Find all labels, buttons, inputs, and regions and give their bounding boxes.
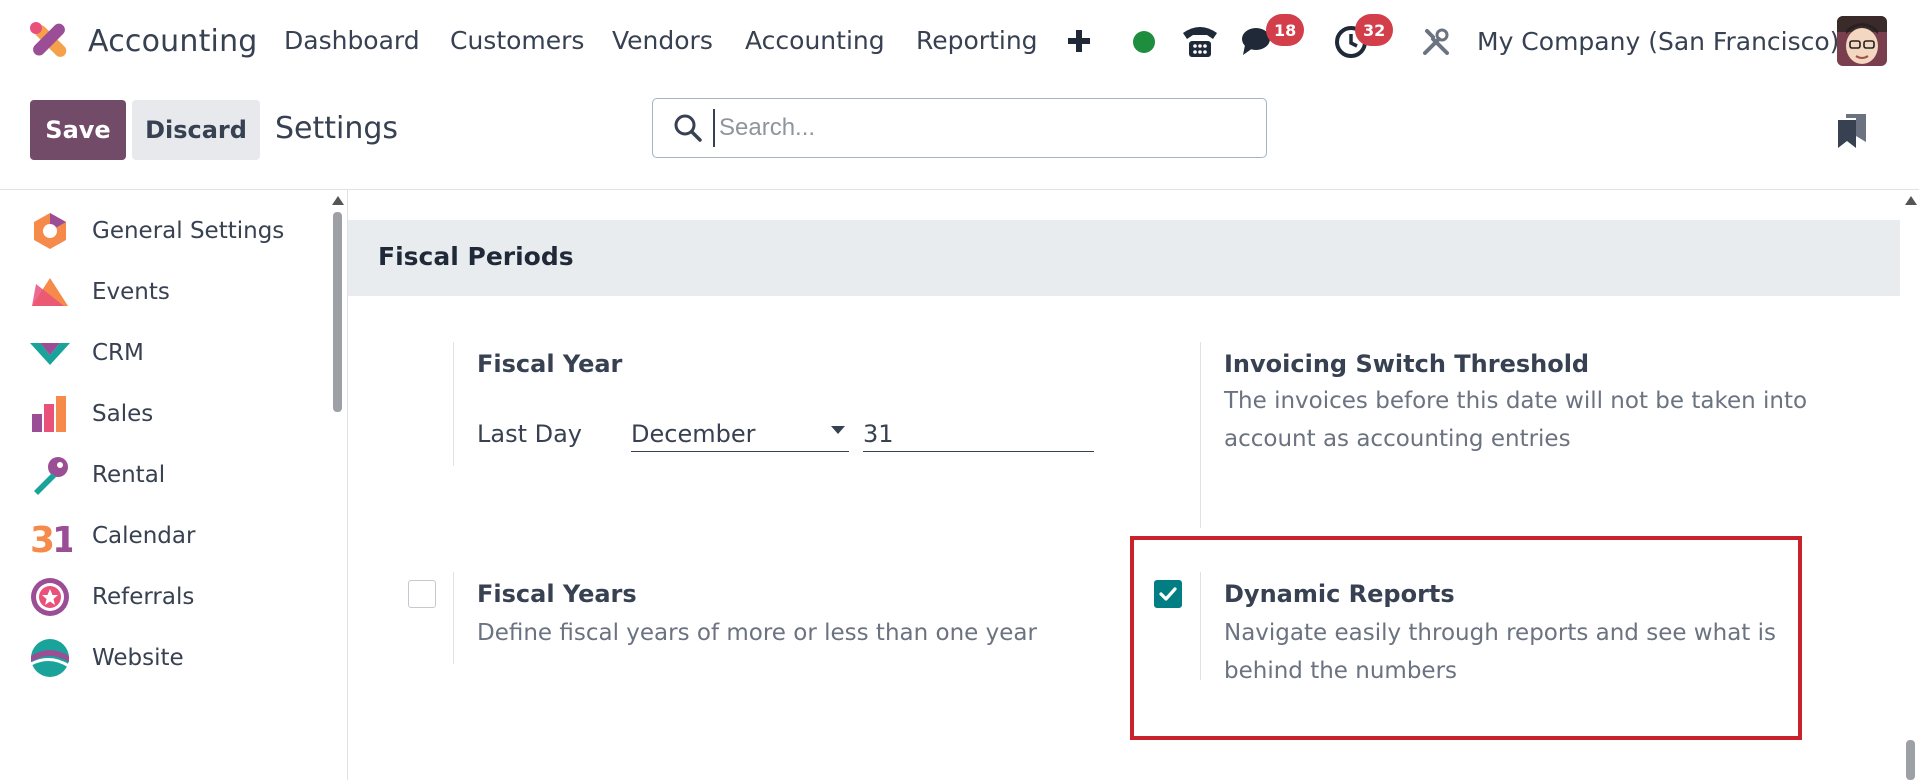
tools-icon[interactable] — [1420, 26, 1452, 58]
section-header: Fiscal Periods — [348, 220, 1900, 296]
fiscal-month-select[interactable]: December — [631, 412, 849, 452]
search-icon — [673, 113, 703, 143]
save-button[interactable]: Save — [30, 100, 126, 160]
sidebar-item-label: Events — [92, 279, 170, 305]
activities-badge: 32 — [1355, 14, 1394, 46]
calendar-icon: 3 1 — [28, 514, 77, 561]
svg-text:1: 1 — [52, 520, 72, 558]
menu-dashboard[interactable]: Dashboard — [284, 26, 420, 55]
invoicing-threshold-title: Invoicing Switch Threshold — [1224, 350, 1590, 378]
sidebar-item-label: Referrals — [92, 584, 195, 610]
fiscal-years-checkbox[interactable] — [408, 580, 436, 608]
sidebar-item-rental[interactable]: Rental — [0, 444, 330, 506]
sidebar-scroll-thumb[interactable] — [333, 212, 342, 412]
sidebar-item-crm[interactable]: CRM — [0, 322, 330, 384]
menu-reporting[interactable]: Reporting — [916, 26, 1038, 55]
bookmarks-icon[interactable] — [1838, 114, 1868, 150]
sidebar-item-label: Website — [92, 645, 184, 671]
messages-badge: 18 — [1266, 14, 1305, 46]
sidebar-item-label: General Settings — [92, 218, 285, 244]
menu-customers[interactable]: Customers — [450, 26, 584, 55]
sidebar-item-calendar[interactable]: 3 1 Calendar — [0, 505, 330, 567]
top-navbar: Accounting Dashboard Customers Vendors A… — [0, 0, 1919, 84]
sales-icon — [28, 392, 72, 436]
crm-icon — [28, 331, 72, 375]
fiscal-day-value: 31 — [863, 420, 894, 448]
setting-divider — [1200, 342, 1201, 528]
menu-accounting[interactable]: Accounting — [745, 26, 885, 55]
app-name[interactable]: Accounting — [88, 24, 258, 59]
plus-icon[interactable] — [1064, 26, 1094, 56]
status-dot-icon[interactable] — [1132, 30, 1156, 54]
highlight-box — [1130, 536, 1802, 740]
main-scroll-thumb[interactable] — [1906, 740, 1915, 780]
sidebar-item-label: CRM — [92, 340, 144, 366]
sidebar-item-referrals[interactable]: Referrals — [0, 566, 330, 628]
sidebar-item-general-settings[interactable]: General Settings — [0, 200, 330, 262]
setting-divider — [453, 342, 454, 466]
company-switcher[interactable]: My Company (San Francisco) — [1477, 27, 1839, 56]
events-icon — [28, 270, 72, 314]
control-panel: Save Discard Settings — [0, 84, 1919, 190]
sidebar-item-sales[interactable]: Sales — [0, 383, 330, 445]
fiscal-day-input[interactable]: 31 — [863, 412, 1094, 452]
fiscal-years-desc: Define fiscal years of more or less than… — [477, 620, 1037, 646]
setting-divider — [453, 572, 454, 664]
general-settings-icon — [28, 209, 72, 253]
invoicing-threshold-desc-line2: account as accounting entries — [1224, 426, 1571, 452]
discard-button[interactable]: Discard — [132, 100, 260, 160]
section-title: Fiscal Periods — [378, 242, 574, 271]
sidebar-item-events[interactable]: Events — [0, 261, 330, 323]
settings-content: Fiscal Periods Fiscal Year Last Day Dece… — [348, 190, 1919, 780]
referrals-icon — [28, 575, 72, 619]
menu-vendors[interactable]: Vendors — [612, 26, 713, 55]
fiscal-year-title: Fiscal Year — [477, 350, 623, 378]
sidebar-item-label: Calendar — [92, 523, 196, 549]
sidebar-item-website[interactable]: Website — [0, 627, 330, 689]
accounting-app-icon[interactable] — [28, 20, 70, 62]
website-icon — [28, 636, 72, 680]
sidebar-scroll-up-icon[interactable] — [332, 196, 344, 205]
fiscal-years-title: Fiscal Years — [477, 580, 637, 608]
main-scroll-up-icon[interactable] — [1905, 196, 1917, 205]
sidebar-item-label: Rental — [92, 462, 166, 488]
last-day-label: Last Day — [477, 420, 583, 448]
settings-sidebar: General Settings Events CRM Sales Rental… — [0, 190, 348, 780]
sidebar-item-label: Sales — [92, 401, 154, 427]
chevron-down-icon — [831, 426, 845, 434]
user-avatar[interactable] — [1837, 16, 1887, 66]
fiscal-month-value: December — [631, 420, 756, 448]
invoicing-threshold-desc-line1: The invoices before this date will not b… — [1224, 388, 1808, 414]
search-input[interactable] — [713, 109, 1243, 147]
rental-icon — [28, 453, 72, 497]
breadcrumb-settings: Settings — [275, 111, 399, 146]
phone-icon[interactable] — [1180, 22, 1220, 60]
search-box — [652, 98, 1267, 158]
